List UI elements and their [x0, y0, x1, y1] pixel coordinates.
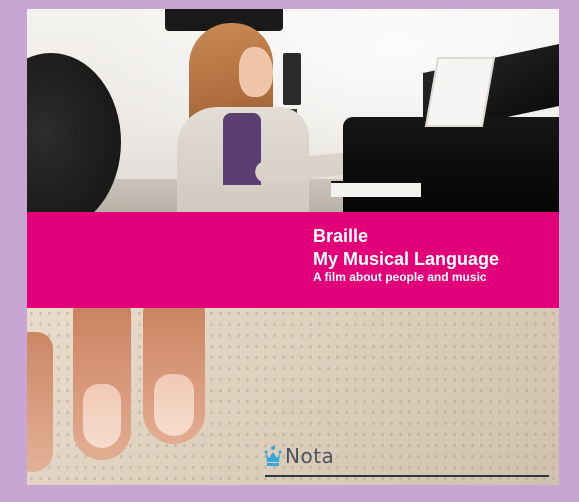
pianist-face: [239, 47, 273, 97]
braille-photo: Nota: [27, 308, 559, 485]
fingernail-middle: [83, 384, 121, 448]
fingernail-index: [154, 374, 194, 436]
piano-keys: [331, 181, 421, 197]
sheet-music: [424, 57, 496, 127]
title-my-musical-language: My Musical Language: [313, 249, 500, 269]
crown-icon: [264, 446, 282, 466]
nota-logo: Nota: [263, 442, 334, 470]
brand-underline: [265, 475, 549, 477]
title-band: Braille My Musical Language A film about…: [27, 212, 559, 308]
film-cover: Braille My Musical Language A film about…: [27, 9, 559, 485]
brand-name: Nota: [285, 444, 335, 468]
title-braille: Braille: [313, 226, 369, 246]
finger-left: [27, 332, 53, 472]
pianist-photo: [27, 9, 559, 212]
title-block: Braille My Musical Language A film about…: [313, 224, 499, 284]
wall-fixture: [283, 53, 301, 121]
subtitle: A film about people and music: [313, 270, 487, 284]
grand-piano: [343, 117, 559, 212]
